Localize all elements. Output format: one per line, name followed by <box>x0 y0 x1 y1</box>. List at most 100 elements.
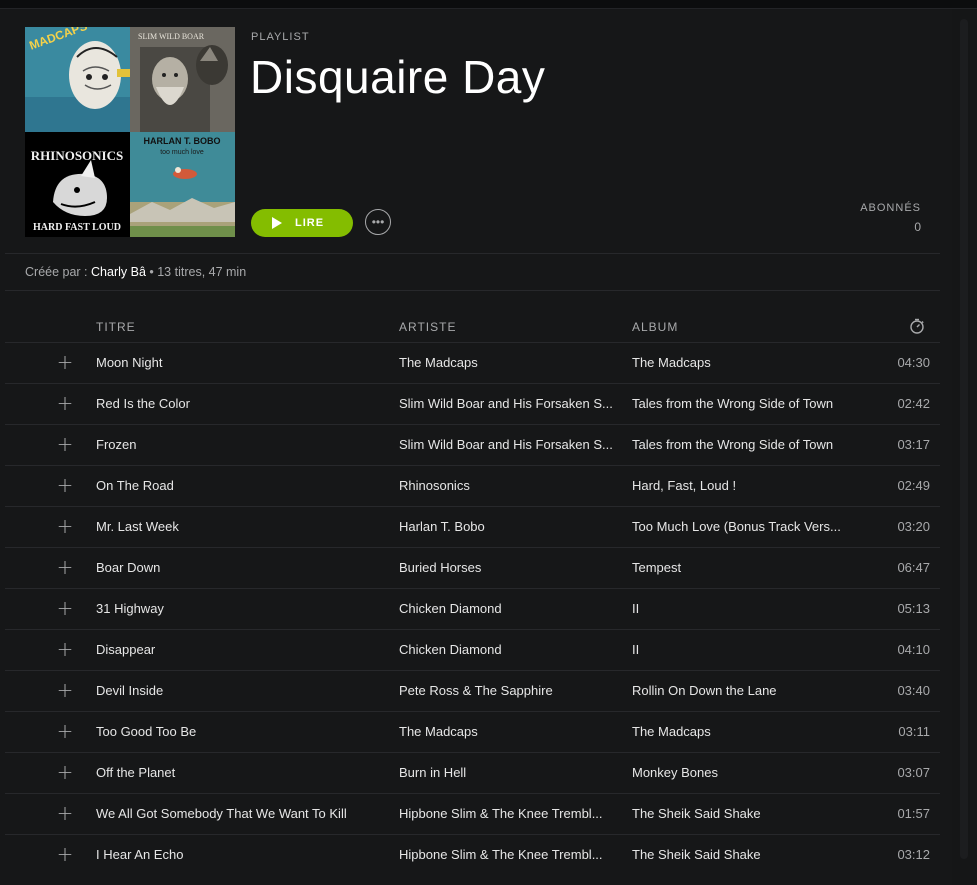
track-title: Devil Inside <box>96 683 164 698</box>
followers-label: ABONNÉS <box>860 202 921 214</box>
playlist-type-label: PLAYLIST <box>251 31 310 43</box>
play-button[interactable]: LIRE <box>251 209 353 237</box>
slim-wild-boar-cover: SLIM WILD BOAR <box>130 27 235 132</box>
add-track-plus-icon[interactable]: + <box>56 679 74 701</box>
track-title: Moon Night <box>96 355 163 370</box>
more-options-button[interactable]: ••• <box>365 209 391 235</box>
add-track-plus-icon[interactable]: + <box>56 433 74 455</box>
track-artist-link[interactable]: Slim Wild Boar and His Forsaken S... <box>399 437 621 452</box>
column-header-album[interactable]: ALBUM <box>632 320 678 334</box>
created-by-label: Créée par : <box>25 265 92 279</box>
track-title: I Hear An Echo <box>96 847 184 862</box>
add-track-plus-icon[interactable]: + <box>56 556 74 578</box>
track-album-link[interactable]: The Madcaps <box>632 355 857 370</box>
add-track-plus-icon[interactable]: + <box>56 720 74 742</box>
table-row[interactable]: + Red Is the Color Slim Wild Boar and Hi… <box>5 383 940 424</box>
too-much-love-logo-text: too much love <box>160 149 204 156</box>
playlist-meta: Créée par : Charly Bâ • 13 titres, 47 mi… <box>25 265 246 279</box>
playlist-view: MADCAPS SLIM WILD BOAR RHINOSONICS HARD … <box>0 9 952 885</box>
track-duration: 02:42 <box>897 396 930 411</box>
track-album-link[interactable]: Too Much Love (Bonus Track Vers... <box>632 519 857 534</box>
table-row[interactable]: + We All Got Somebody That We Want To Ki… <box>5 793 940 834</box>
table-row[interactable]: + Frozen Slim Wild Boar and His Forsaken… <box>5 424 940 465</box>
add-track-plus-icon[interactable]: + <box>56 597 74 619</box>
track-artist-link[interactable]: The Madcaps <box>399 355 621 370</box>
track-album-link[interactable]: The Sheik Said Shake <box>632 847 857 862</box>
add-track-plus-icon[interactable]: + <box>56 638 74 660</box>
table-row[interactable]: + Boar Down Buried Horses Tempest 06:47 <box>5 547 940 588</box>
track-duration: 03:17 <box>897 437 930 452</box>
track-title: Off the Planet <box>96 765 176 780</box>
track-artist-link[interactable]: Burn in Hell <box>399 765 621 780</box>
play-icon <box>272 217 282 229</box>
track-artist-link[interactable]: Pete Ross & The Sapphire <box>399 683 621 698</box>
playlist-cover-mosaic: MADCAPS SLIM WILD BOAR RHINOSONICS HARD … <box>25 27 235 237</box>
column-header-artist[interactable]: ARTISTE <box>399 320 456 334</box>
track-title: Boar Down <box>96 560 161 575</box>
top-bar <box>0 0 977 9</box>
track-album-link[interactable]: Rollin On Down the Lane <box>632 683 857 698</box>
scrollbar-thumb[interactable] <box>960 19 968 859</box>
track-album-link[interactable]: Tempest <box>632 560 857 575</box>
harlan-t-bobo-cover: HARLAN T. BOBO too much love <box>130 132 235 237</box>
table-row[interactable]: + Mr. Last Week Harlan T. Bobo Too Much … <box>5 506 940 547</box>
track-artist-link[interactable]: Harlan T. Bobo <box>399 519 621 534</box>
track-album-link[interactable]: Monkey Bones <box>632 765 857 780</box>
track-album-link[interactable]: The Madcaps <box>632 724 857 739</box>
track-artist-link[interactable]: The Madcaps <box>399 724 621 739</box>
track-album-link[interactable]: Hard, Fast, Loud ! <box>632 478 857 493</box>
add-track-plus-icon[interactable]: + <box>56 392 74 414</box>
add-track-plus-icon[interactable]: + <box>56 843 74 865</box>
vertical-scrollbar[interactable] <box>952 9 977 885</box>
table-row[interactable]: + Disappear Chicken Diamond II 04:10 <box>5 629 940 670</box>
slim-wild-boar-logo-text: SLIM WILD BOAR <box>138 32 205 41</box>
track-duration: 06:47 <box>897 560 930 575</box>
track-duration: 03:12 <box>897 847 930 862</box>
track-title: Frozen <box>96 437 137 452</box>
meta-divider <box>5 290 940 291</box>
playlist-summary: • 13 titres, 47 min <box>145 265 247 279</box>
track-title: We All Got Somebody That We Want To Kill <box>96 806 347 821</box>
track-artist-link[interactable]: Hipbone Slim & The Knee Trembl... <box>399 847 621 862</box>
track-title: On The Road <box>96 478 174 493</box>
column-header-title[interactable]: TITRE <box>96 320 136 334</box>
track-title: Too Good Too Be <box>96 724 197 739</box>
track-artist-link[interactable]: Slim Wild Boar and His Forsaken S... <box>399 396 621 411</box>
track-artist-link[interactable]: Chicken Diamond <box>399 642 621 657</box>
owner-link[interactable]: Charly Bâ <box>91 265 146 279</box>
track-duration: 03:40 <box>897 683 930 698</box>
the-madcaps-cover: MADCAPS <box>25 27 130 132</box>
track-album-link[interactable]: Tales from the Wrong Side of Town <box>632 396 857 411</box>
table-row[interactable]: + I Hear An Echo Hipbone Slim & The Knee… <box>5 834 940 875</box>
add-track-plus-icon[interactable]: + <box>56 351 74 373</box>
table-row[interactable]: + Moon Night The Madcaps The Madcaps 04:… <box>5 342 940 383</box>
track-artist-link[interactable]: Hipbone Slim & The Knee Trembl... <box>399 806 621 821</box>
table-row[interactable]: + Off the Planet Burn in Hell Monkey Bon… <box>5 752 940 793</box>
duration-clock-icon[interactable] <box>909 318 925 334</box>
track-duration: 04:30 <box>897 355 930 370</box>
track-album-link[interactable]: The Sheik Said Shake <box>632 806 857 821</box>
table-row[interactable]: + Devil Inside Pete Ross & The Sapphire … <box>5 670 940 711</box>
add-track-plus-icon[interactable]: + <box>56 761 74 783</box>
track-duration: 05:13 <box>897 601 930 616</box>
track-artist-link[interactable]: Rhinosonics <box>399 478 621 493</box>
track-album-link[interactable]: II <box>632 642 857 657</box>
add-track-plus-icon[interactable]: + <box>56 802 74 824</box>
track-artist-link[interactable]: Chicken Diamond <box>399 601 621 616</box>
rhinosonics-cover: RHINOSONICS HARD FAST LOUD <box>25 132 130 237</box>
followers-count: 0 <box>914 220 921 234</box>
track-duration: 03:11 <box>898 724 930 739</box>
add-track-plus-icon[interactable]: + <box>56 474 74 496</box>
track-title: Mr. Last Week <box>96 519 179 534</box>
table-row[interactable]: + On The Road Rhinosonics Hard, Fast, Lo… <box>5 465 940 506</box>
track-title: 31 Highway <box>96 601 164 616</box>
header-divider <box>5 253 940 254</box>
table-row[interactable]: + 31 Highway Chicken Diamond II 05:13 <box>5 588 940 629</box>
rhinosonics-logo-text: RHINOSONICS <box>31 148 123 163</box>
add-track-plus-icon[interactable]: + <box>56 515 74 537</box>
track-album-link[interactable]: II <box>632 601 857 616</box>
track-artist-link[interactable]: Buried Horses <box>399 560 621 575</box>
play-button-label: LIRE <box>295 217 325 229</box>
table-row[interactable]: + Too Good Too Be The Madcaps The Madcap… <box>5 711 940 752</box>
track-album-link[interactable]: Tales from the Wrong Side of Town <box>632 437 857 452</box>
